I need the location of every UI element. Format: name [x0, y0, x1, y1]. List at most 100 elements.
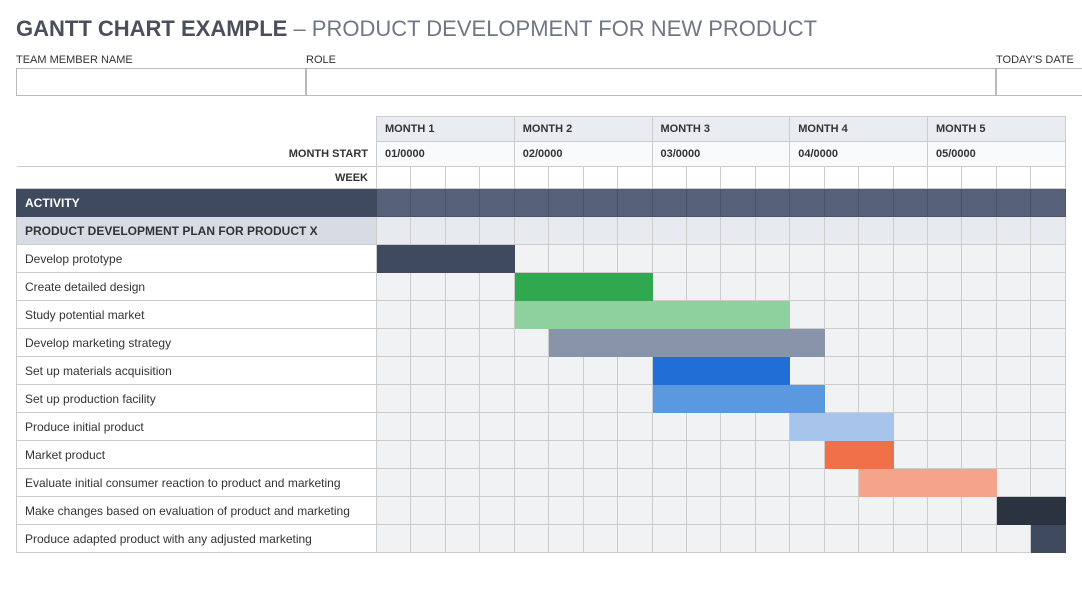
activity-header-cell [996, 189, 1030, 217]
gantt-cell [686, 273, 720, 301]
gantt-bar-cell [514, 273, 548, 301]
gantt-cell [652, 525, 686, 553]
gantt-bar-cell [755, 357, 789, 385]
gantt-cell [962, 385, 996, 413]
gantt-bar-cell [1031, 525, 1066, 553]
gantt-cell [377, 497, 411, 525]
gantt-cell [411, 329, 445, 357]
week-header-cell [411, 167, 445, 189]
gantt-bar-cell [755, 329, 789, 357]
gantt-cell [618, 469, 652, 497]
week-header-cell [755, 167, 789, 189]
gantt-cell [755, 245, 789, 273]
gantt-cell [996, 441, 1030, 469]
activity-header-cell [686, 189, 720, 217]
section-cell [755, 217, 789, 245]
activity-header-cell [893, 189, 927, 217]
activity-header-cell [721, 189, 755, 217]
activity-header-cell [755, 189, 789, 217]
gantt-cell [962, 497, 996, 525]
gantt-cell [480, 385, 514, 413]
page-title: GANTT CHART EXAMPLE – PRODUCT DEVELOPMEN… [16, 16, 1066, 42]
gantt-cell [755, 413, 789, 441]
team-member-input[interactable] [16, 68, 306, 96]
role-label: ROLE [306, 52, 996, 68]
gantt-bar-cell [618, 273, 652, 301]
gantt-cell [824, 329, 858, 357]
gantt-cell [996, 357, 1030, 385]
gantt-cell [514, 385, 548, 413]
gantt-cell [514, 525, 548, 553]
section-title: PRODUCT DEVELOPMENT PLAN FOR PRODUCT X [17, 217, 377, 245]
gantt-bar-cell [824, 413, 858, 441]
task-label: Develop marketing strategy [17, 329, 377, 357]
section-cell [583, 217, 617, 245]
task-label: Produce adapted product with any adjuste… [17, 525, 377, 553]
activity-header-cell [824, 189, 858, 217]
gantt-cell [824, 497, 858, 525]
gantt-cell [755, 273, 789, 301]
gantt-cell [893, 413, 927, 441]
role-input[interactable] [306, 68, 996, 96]
gantt-bar-cell [583, 301, 617, 329]
gantt-cell [686, 245, 720, 273]
gantt-cell [893, 301, 927, 329]
gantt-cell [377, 301, 411, 329]
gantt-cell [1031, 329, 1066, 357]
week-header-cell [928, 167, 962, 189]
gantt-cell [411, 357, 445, 385]
gantt-cell [824, 357, 858, 385]
gantt-cell [928, 441, 962, 469]
gantt-cell [377, 329, 411, 357]
gantt-cell [514, 441, 548, 469]
activity-header-cell [928, 189, 962, 217]
month-start-value: 02/0000 [514, 142, 652, 167]
gantt-cell [928, 497, 962, 525]
week-header-cell [480, 167, 514, 189]
activity-header-cell [377, 189, 411, 217]
gantt-cell [618, 245, 652, 273]
gantt-cell [583, 441, 617, 469]
gantt-cell [721, 413, 755, 441]
gantt-bar-cell [652, 385, 686, 413]
gantt-cell [686, 525, 720, 553]
gantt-cell [618, 357, 652, 385]
gantt-cell [1031, 245, 1066, 273]
week-header-cell [859, 167, 893, 189]
gantt-bar-cell [721, 357, 755, 385]
gantt-cell [996, 469, 1030, 497]
gantt-cell [790, 357, 824, 385]
gantt-cell [824, 525, 858, 553]
section-cell [721, 217, 755, 245]
gantt-cell [549, 357, 583, 385]
week-header-cell [445, 167, 479, 189]
gantt-cell [514, 497, 548, 525]
week-header-cell [790, 167, 824, 189]
gantt-cell [790, 441, 824, 469]
task-label: Make changes based on evaluation of prod… [17, 497, 377, 525]
gantt-cell [962, 525, 996, 553]
gantt-cell [996, 273, 1030, 301]
gantt-bar-cell [514, 301, 548, 329]
team-member-label: TEAM MEMBER NAME [16, 52, 306, 68]
todays-date-label: TODAY'S DATE [996, 52, 1082, 68]
month-header: MONTH 4 [790, 117, 928, 142]
month-start-value: 05/0000 [928, 142, 1066, 167]
gantt-bar-cell [790, 413, 824, 441]
gantt-cell [755, 525, 789, 553]
gantt-cell [514, 469, 548, 497]
todays-date-input[interactable] [996, 68, 1082, 96]
gantt-bar-cell [480, 245, 514, 273]
gantt-cell [928, 273, 962, 301]
gantt-cell [928, 301, 962, 329]
gantt-cell [445, 525, 479, 553]
gantt-cell [445, 497, 479, 525]
gantt-cell [480, 413, 514, 441]
month-start-label: MONTH START [17, 142, 377, 167]
gantt-bar-cell [652, 301, 686, 329]
gantt-bar-cell [549, 301, 583, 329]
section-cell [411, 217, 445, 245]
gantt-bar-cell [411, 245, 445, 273]
gantt-cell [377, 385, 411, 413]
gantt-cell [377, 469, 411, 497]
